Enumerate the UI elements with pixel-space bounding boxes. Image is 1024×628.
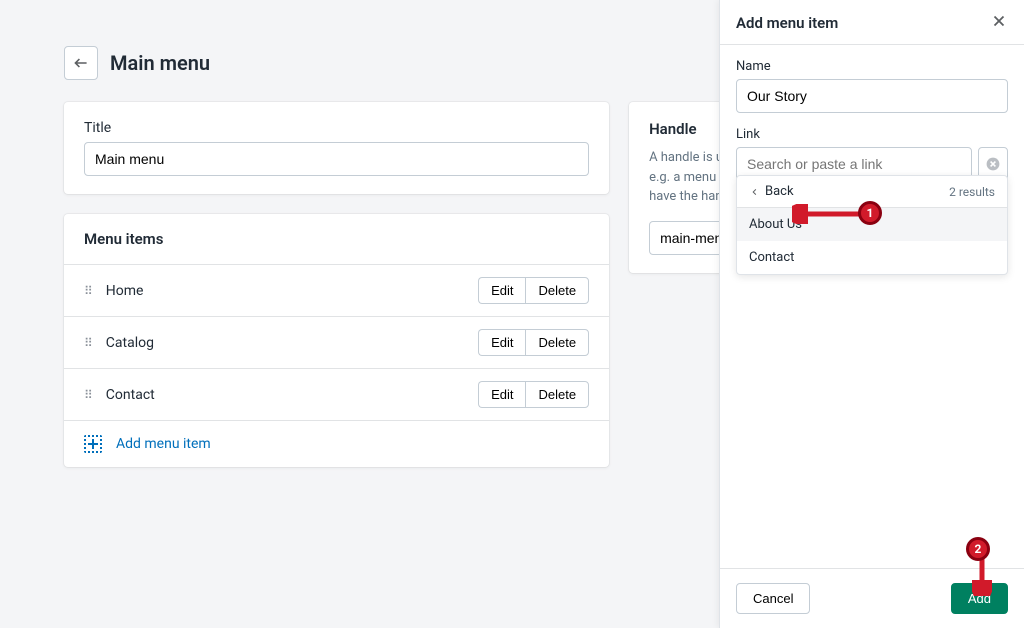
page-title: Main menu: [110, 51, 210, 75]
dropdown-back-button[interactable]: Back: [749, 184, 794, 199]
title-input[interactable]: [84, 142, 589, 176]
arrow-left-icon: [73, 55, 89, 71]
edit-button[interactable]: Edit: [478, 329, 525, 356]
cancel-button[interactable]: Cancel: [736, 583, 810, 614]
delete-button[interactable]: Delete: [525, 381, 589, 408]
menu-item-label: Catalog: [106, 335, 154, 351]
menu-item-row: ⠿ Contact Edit Delete: [64, 369, 609, 421]
add-menu-item-link[interactable]: Add menu item: [64, 421, 609, 467]
add-icon: [84, 435, 102, 453]
edit-button[interactable]: Edit: [478, 277, 525, 304]
dropdown-item-contact[interactable]: Contact: [737, 241, 1007, 274]
dropdown-results-count: 2 results: [949, 185, 995, 199]
add-menu-item-panel: Add menu item Name Link Back 2 results: [719, 0, 1024, 628]
title-label: Title: [84, 120, 589, 136]
link-field-label: Link: [736, 127, 1008, 142]
add-menu-item-label: Add menu item: [116, 436, 211, 452]
menu-items-card: Menu items ⠿ Home Edit Delete: [64, 214, 609, 467]
close-button[interactable]: [990, 12, 1008, 34]
clear-circle-icon: [985, 156, 1001, 172]
menu-item-label: Contact: [106, 387, 155, 403]
name-input[interactable]: [736, 79, 1008, 113]
delete-button[interactable]: Delete: [525, 329, 589, 356]
back-button[interactable]: [64, 46, 98, 80]
panel-title: Add menu item: [736, 14, 838, 32]
annotation-badge-1: 1: [858, 201, 882, 225]
drag-handle-icon[interactable]: ⠿: [84, 336, 94, 350]
chevron-left-icon: [749, 187, 759, 197]
menu-item-row: ⠿ Catalog Edit Delete: [64, 317, 609, 369]
delete-button[interactable]: Delete: [525, 277, 589, 304]
menu-item-row: ⠿ Home Edit Delete: [64, 265, 609, 317]
close-icon: [990, 12, 1008, 30]
link-dropdown: Back 2 results About Us Contact: [736, 175, 1008, 275]
name-field-label: Name: [736, 59, 1008, 74]
title-card: Title: [64, 102, 609, 194]
menu-items-heading: Menu items: [64, 214, 609, 264]
drag-handle-icon[interactable]: ⠿: [84, 284, 94, 298]
annotation-arrow-2: [972, 556, 992, 596]
edit-button[interactable]: Edit: [478, 381, 525, 408]
drag-handle-icon[interactable]: ⠿: [84, 388, 94, 402]
menu-item-label: Home: [106, 283, 144, 299]
annotation-badge-2: 2: [966, 537, 990, 561]
